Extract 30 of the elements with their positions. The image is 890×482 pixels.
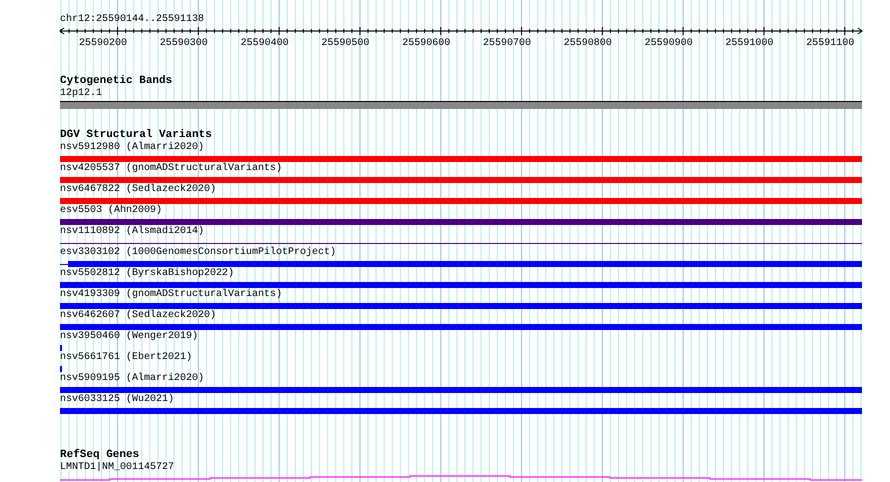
variant-label: nsv4205537 (gnomADStructuralVariants) (60, 163, 282, 175)
ruler-tick-label: 25590200 (79, 38, 127, 49)
band-label: 12p12.1 (60, 88, 102, 100)
ruler-tick-label: 25591000 (725, 38, 774, 49)
variant-label: nsv5912980 (Almarri2020) (60, 142, 204, 154)
range-label: chr12:25590144..25591138 (60, 14, 204, 26)
ruler-tick-label: 25590500 (321, 38, 370, 49)
variant-label: nsv3950460 (Wenger2019) (60, 331, 198, 343)
variant-label: esv3303102 (1000GenomesConsortiumPilotProject) (60, 247, 336, 259)
variant-label: nsv4193309 (gnomADStructuralVariants) (60, 289, 282, 301)
variant-label: esv5503 (Ahn2009) (60, 205, 162, 217)
variant-label: nsv1110892 (Alsmadi2014) (60, 226, 204, 238)
variant-label: nsv6467822 (Sedlazeck2020) (60, 184, 216, 196)
variant-label: nsv6462607 (Sedlazeck2020) (60, 310, 216, 322)
variant-label: nsv5661761 (Ebert2021) (60, 352, 192, 364)
variant-label: nsv5909195 (Almarri2020) (60, 373, 204, 385)
track-title: RefSeq Genes (60, 449, 140, 462)
gene-label: LMNTD1|NM_001145727 (60, 462, 174, 474)
variant-label: nsv5502812 (ByrskaBishop2022) (60, 268, 234, 280)
ruler-tick-label: 25590800 (564, 38, 612, 49)
variant-label: nsv6033125 (Wu2021) (60, 394, 174, 406)
track-title: Cytogenetic Bands (60, 75, 172, 88)
ruler-tick-label: 25590600 (402, 38, 450, 49)
track-title: DGV Structural Variants (60, 129, 212, 142)
variant-line (60, 264, 68, 265)
ruler-tick-label: 25591100 (806, 38, 854, 49)
ruler-tick-label: 25590400 (240, 38, 289, 49)
ruler-tick-label: 25590300 (160, 38, 208, 49)
ruler-tick-label: 25590700 (483, 38, 531, 49)
ruler-tick-label: 25590900 (644, 38, 693, 49)
